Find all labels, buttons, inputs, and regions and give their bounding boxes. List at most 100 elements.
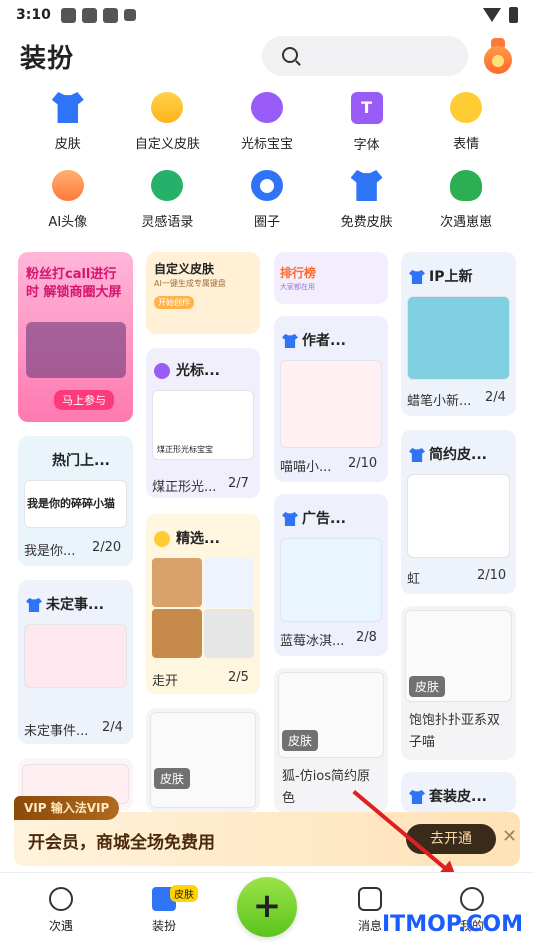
status-time: 3:10 [16,7,51,23]
category-ai-avatar[interactable]: AI头像 [18,170,118,230]
tshirt-icon [409,270,425,284]
card-caption: 蜡笔小新... [407,394,472,409]
card-title: 广告... [282,508,346,528]
keyboard-preview [150,712,256,808]
notification-icon [60,7,76,23]
category-grid: 皮肤 自定义皮肤 光标宝宝 T 字体 表情 AI头像 灵感语录 圈子 免费皮肤 次… [18,92,516,230]
category-circle[interactable]: 圈子 [217,170,317,230]
custom-skin-card[interactable]: 自定义皮肤 AI一键生成专属键盘 开始创作 [146,252,260,334]
lucky-bag-icon[interactable] [482,38,514,74]
tshirt-icon [51,92,84,123]
wifi-icon [483,8,501,22]
category-free-skin[interactable]: 免费皮肤 [317,170,417,230]
keyboard-preview [280,538,382,622]
cursor-pet-icon [250,92,283,123]
feed-card[interactable]: 广告... 蓝莓冰淇... 2/8 [274,494,388,656]
emoji-icon [154,531,170,547]
category-skin[interactable]: 皮肤 [18,92,118,152]
feed-card[interactable]: 未定事... 未定事件... 2/4 [18,580,133,744]
nav-label: 次遇 [48,919,73,933]
preview-text: 煤正形光标宝宝 [157,445,213,454]
card-title-text: 未定事... [46,597,104,613]
card-count: 2/10 [477,568,507,583]
banner-card[interactable]: 粉丝打call进行时 解锁商圈大屏 马上参与 [18,252,133,422]
feed-card[interactable]: 热门上... 我是你的碎碎小猫 我是你... 2/20 [18,436,133,566]
card-title-text: 光标... [176,363,220,379]
nav-label: 消息 [357,919,382,933]
profile-icon [460,887,484,911]
category-label: 光标宝宝 [240,137,293,152]
card-caption: 未定事件... [24,724,89,739]
category-label: 皮肤 [54,137,81,152]
close-icon[interactable]: ✕ [502,826,517,847]
keyboard-preview [280,360,382,448]
category-label: 次遇崽崽 [440,215,493,230]
feed-card[interactable]: 皮肤 狐-仿ios简约原色 [274,668,388,812]
quote-icon [151,170,184,201]
font-icon: T [350,92,383,124]
keyboard-preview [407,296,510,380]
plus-button[interactable]: + [237,877,297,937]
feed-card[interactable]: 皮肤 饱饱扑扑亚系双子喵 [401,606,516,760]
mascot-face-icon [49,887,73,911]
card-title-text: 简约皮... [429,447,487,463]
vip-tag: VIP 输入法VIP [14,796,120,820]
card-title-text: 广告... [302,511,346,527]
search-input[interactable] [262,36,468,76]
bottom-nav: 次遇 装扮 皮肤 + 消息 我的 [0,872,534,950]
card-count: 2/10 [348,456,378,471]
card-title-text: 套装皮... [429,789,487,805]
feed-card[interactable]: 套装皮... [401,772,516,812]
card-count: 2/5 [228,670,249,685]
banner-cta-button[interactable]: 马上参与 [54,390,114,410]
notification-icon [81,7,97,23]
category-mascot[interactable]: 次遇崽崽 [416,170,516,230]
feed-card[interactable]: 光标... 煤正形光标宝宝 煤正形光... 2/7 [146,348,260,498]
category-label: 自定义皮肤 [134,137,200,152]
card-caption: 我是你... [24,544,76,559]
skin-tag: 皮肤 [154,768,191,789]
keyboard-preview: 煤正形光标宝宝 [152,390,254,460]
start-create-button[interactable]: 开始创作 [154,296,194,309]
circle-icon [250,170,283,201]
preview-text: 我是你的碎碎小猫 [27,497,115,510]
tshirt-icon [26,598,42,612]
category-emoji[interactable]: 表情 [416,92,516,152]
category-cursor-pet[interactable]: 光标宝宝 [217,92,317,152]
notification-icon [123,9,136,21]
card-subtitle: AI一键生成专属键盘 [154,279,226,288]
sticker-image [152,609,202,658]
notification-icons [60,7,136,23]
category-quotes[interactable]: 灵感语录 [118,170,218,230]
card-caption: 饱饱扑扑亚系双子喵 [409,713,501,750]
feed-card[interactable]: 作者... 喵喵小... 2/10 [274,316,388,482]
category-custom-skin[interactable]: 自定义皮肤 [118,92,218,152]
message-icon [358,887,382,911]
skin-tag: 皮肤 [282,730,319,751]
feed-card[interactable]: 简约皮... 虹 2/10 [401,430,516,594]
category-label: 圈子 [253,215,280,230]
card-title: 套装皮... [409,786,487,806]
category-label: 表情 [453,137,480,152]
tshirt-icon [282,512,298,526]
feed-card[interactable]: IP上新 蜡笔小新... 2/4 [401,252,516,416]
card-count: 2/7 [228,476,249,491]
category-label: 免费皮肤 [340,215,393,230]
ranking-card[interactable]: 排行榜 大家都在用 [274,252,388,304]
card-title: 精选... [154,528,220,548]
mascot-icon [450,170,483,201]
vip-message: 开会员，商城全场免费用 [28,833,215,853]
vip-promo-bar[interactable]: 开会员，商城全场免费用 去开通 ✕ [14,812,520,866]
card-title: 作者... [282,330,346,350]
feed-card[interactable]: 皮肤 [146,708,260,812]
category-font[interactable]: T 字体 [317,92,417,153]
category-label: 字体 [353,138,380,153]
card-count: 2/20 [92,540,122,555]
feed-card[interactable]: 精选... 走开 2/5 [146,514,260,694]
card-title-text: 精选... [176,531,220,547]
nav-item-ciyu[interactable]: 次遇 [31,887,91,934]
card-title: 热门上... [52,453,110,469]
emoji-icon [450,92,483,123]
card-title: 简约皮... [409,444,487,464]
keyboard-preview [407,474,510,558]
